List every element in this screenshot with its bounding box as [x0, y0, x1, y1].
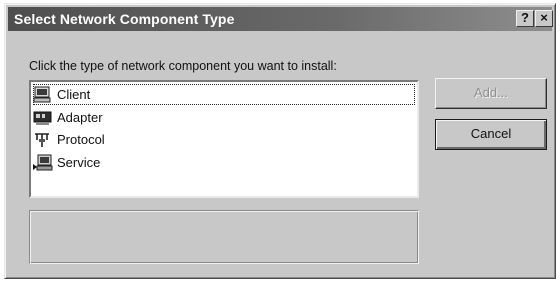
- add-button[interactable]: Add...: [435, 78, 547, 109]
- list-item-label: Adapter: [57, 110, 103, 125]
- list-item-protocol[interactable]: Protocol: [33, 129, 105, 150]
- list-item-label: Client: [57, 87, 91, 102]
- list-item-service[interactable]: Service: [33, 152, 100, 173]
- list-item-client[interactable]: Client: [33, 84, 415, 105]
- close-button[interactable]: ×: [535, 10, 553, 27]
- cancel-button[interactable]: Cancel: [435, 119, 547, 150]
- component-type-list[interactable]: Client Adapter Protocol Service: [29, 80, 419, 198]
- description-box: [29, 210, 419, 264]
- network-adapter-icon: [33, 109, 53, 127]
- service-computer-icon: [33, 154, 53, 172]
- select-network-component-dialog: Select Network Component Type ? × Click …: [4, 3, 556, 279]
- title-bar[interactable]: Select Network Component Type ? ×: [8, 7, 553, 31]
- protocol-plug-icon: [33, 131, 53, 149]
- window-title: Select Network Component Type: [14, 11, 235, 27]
- instruction-label: Click the type of network component you …: [29, 59, 337, 73]
- list-item-label: Protocol: [57, 132, 105, 147]
- client-computer-icon: [33, 86, 53, 104]
- list-item-adapter[interactable]: Adapter: [33, 107, 103, 128]
- list-item-label: Service: [57, 155, 101, 170]
- help-button[interactable]: ?: [516, 10, 534, 27]
